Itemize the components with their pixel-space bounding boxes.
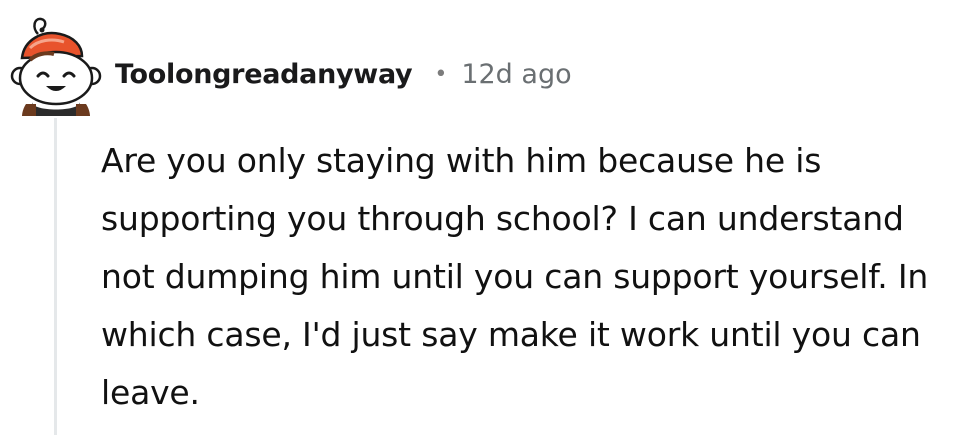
comment-body: Are you only staying with him because he… xyxy=(101,141,929,412)
thread-line[interactable] xyxy=(54,118,57,435)
comment: Toolongreadanyway • 12d ago Are you only… xyxy=(0,0,959,435)
user-avatar[interactable] xyxy=(8,12,104,116)
meta-separator: • xyxy=(434,61,448,87)
comment-timestamp[interactable]: 12d ago xyxy=(461,59,571,90)
username-link[interactable]: Toolongreadanyway xyxy=(115,59,413,90)
comment-header: Toolongreadanyway • 12d ago xyxy=(115,52,572,96)
snoo-avatar-icon xyxy=(10,17,102,116)
